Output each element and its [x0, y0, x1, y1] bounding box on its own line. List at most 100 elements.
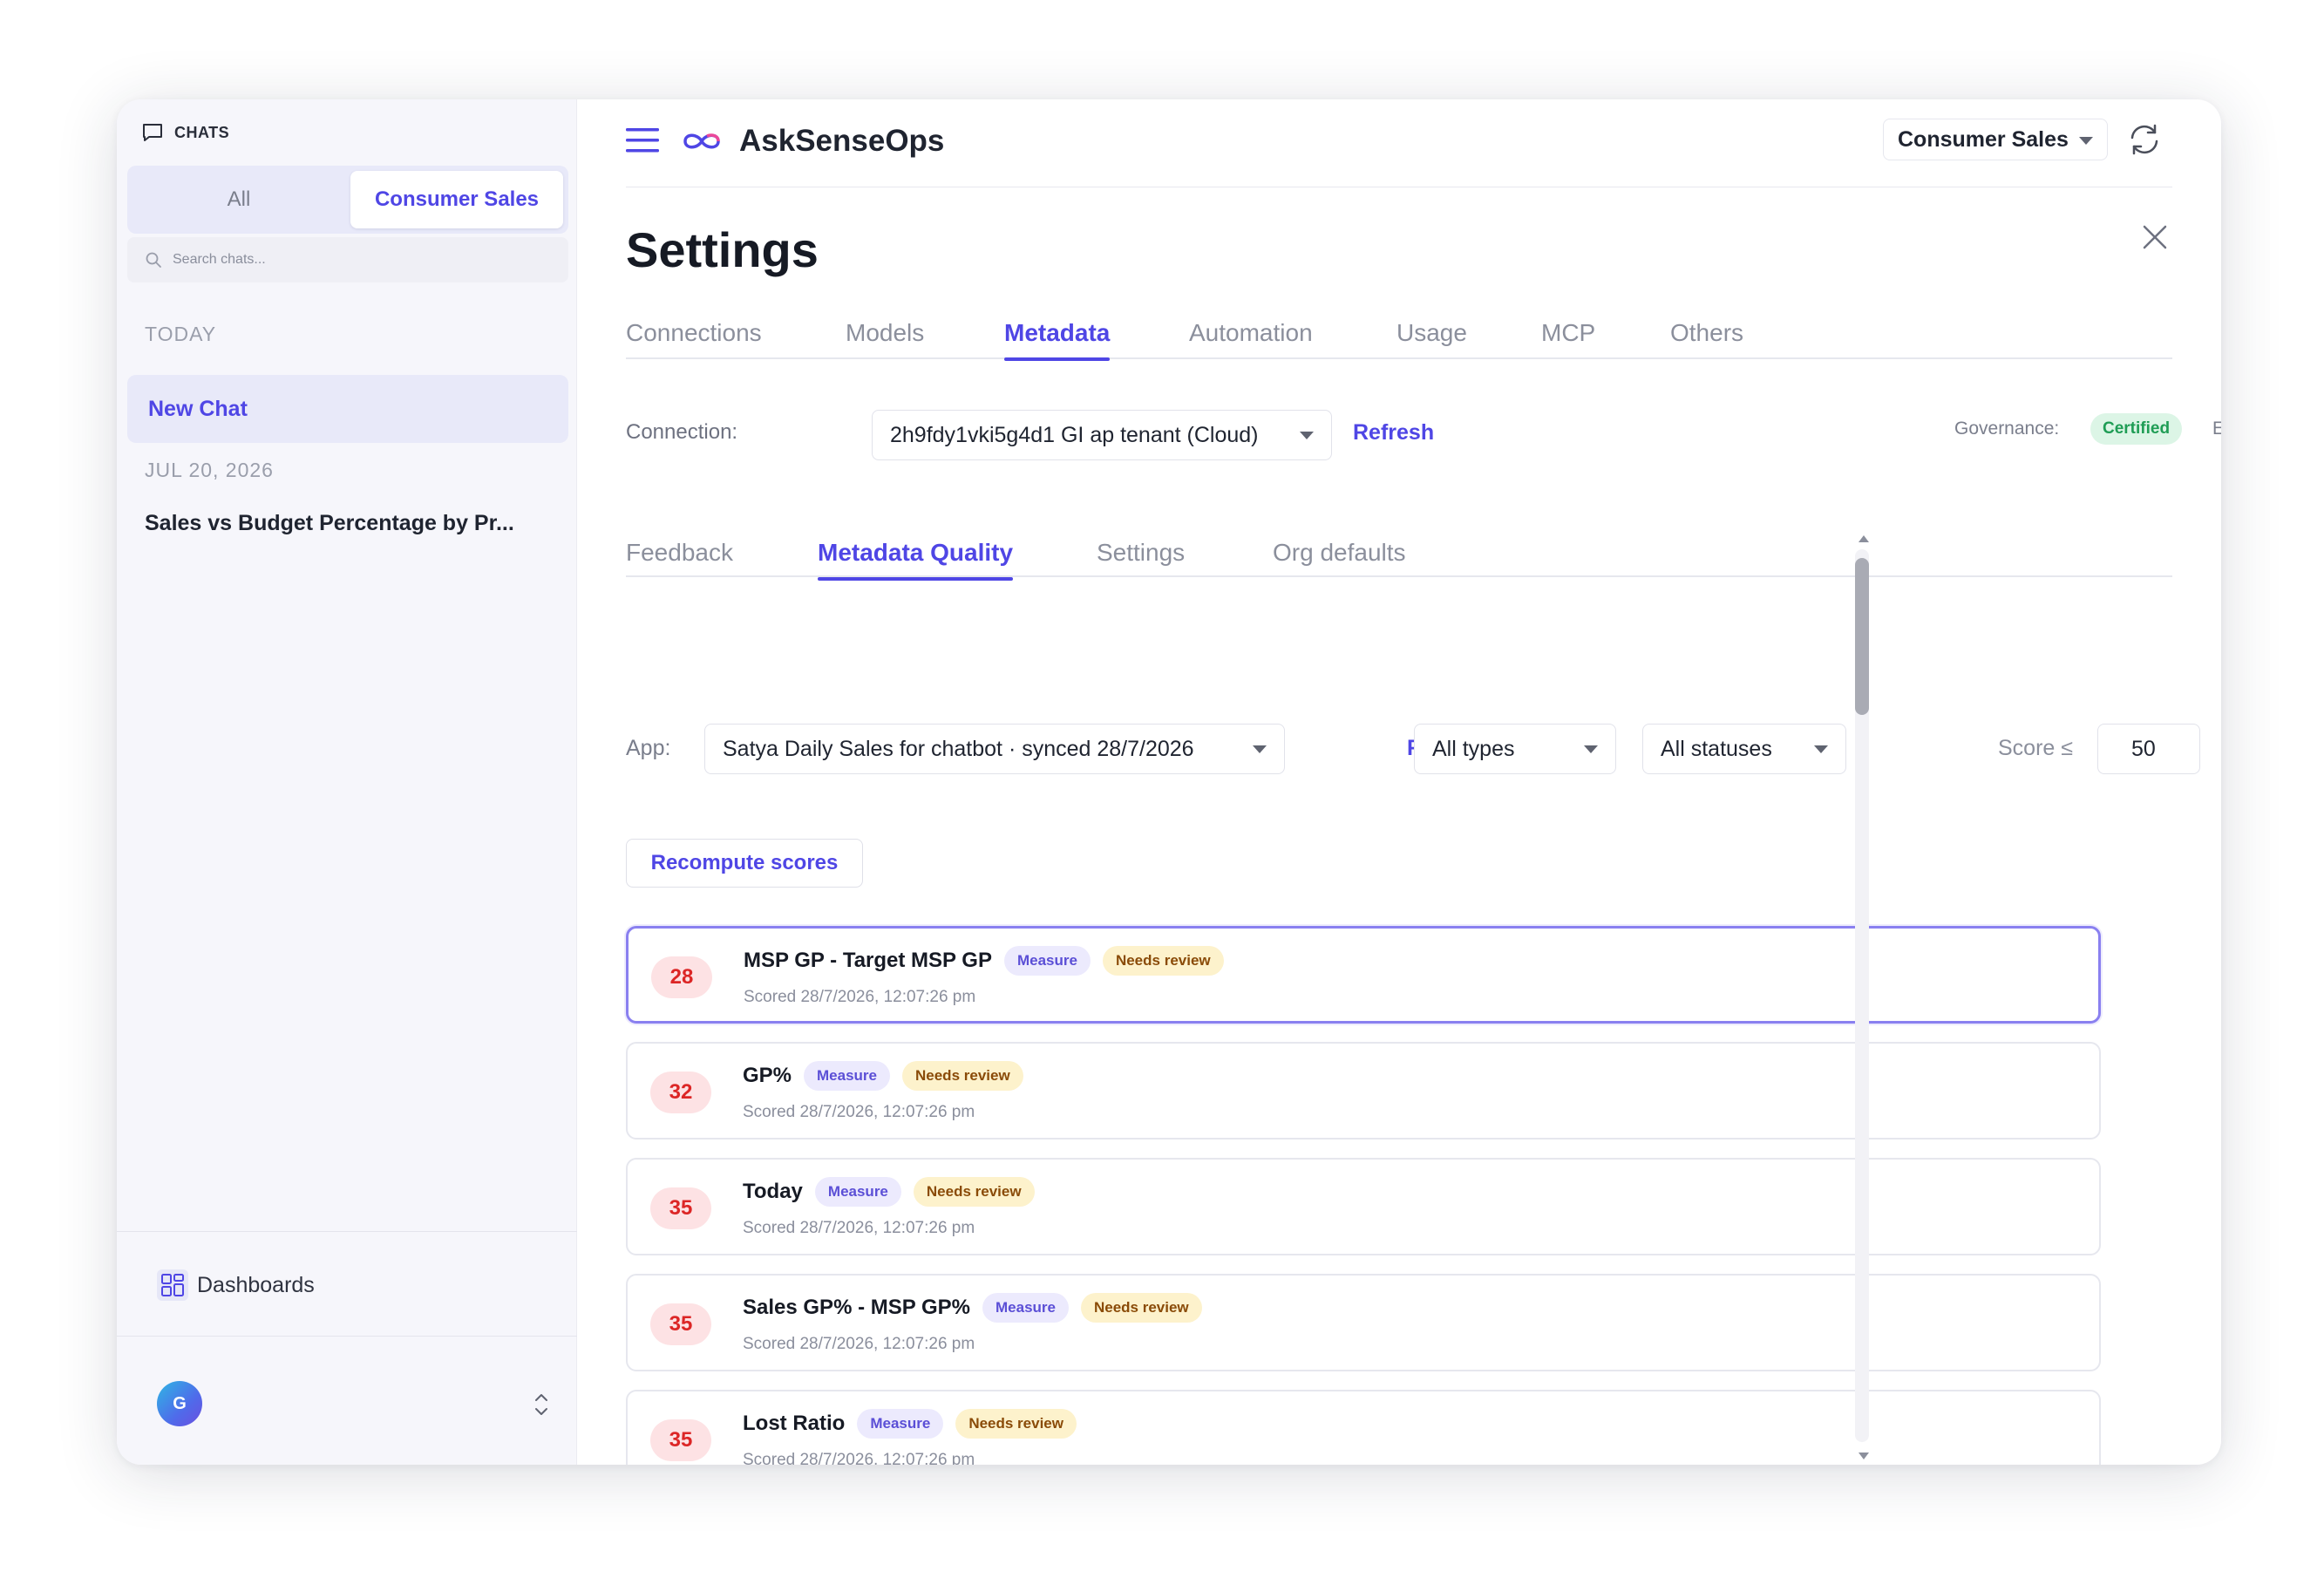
- list-item[interactable]: 32 GP% Measure Needs review Scored 28/7/…: [626, 1042, 2101, 1140]
- governance-certified-badge: Certified: [2090, 413, 2183, 445]
- sidebar: CHATS All Consumer Sales TODAY New Chat …: [117, 99, 577, 1465]
- app-select[interactable]: Satya Daily Sales for chatbot · synced 2…: [704, 724, 1285, 774]
- item-title: MSP GP - Target MSP GP: [744, 949, 992, 972]
- scroll-track[interactable]: [1855, 549, 1869, 1442]
- item-header: Sales GP% - MSP GP% Measure Needs review: [743, 1293, 1202, 1323]
- status-filter-value: All statuses: [1661, 736, 1772, 761]
- scroll-down-arrow-icon[interactable]: [1859, 1453, 1869, 1459]
- list-item[interactable]: 35 Sales GP% - MSP GP% Measure Needs rev…: [626, 1274, 2101, 1371]
- caret-down-icon: [1300, 432, 1314, 439]
- recompute-scores-button[interactable]: Recompute scores: [626, 839, 863, 888]
- chevron-up-down-icon[interactable]: [530, 1390, 553, 1419]
- status-chip: Needs review: [1080, 1293, 1202, 1323]
- type-filter-value: All types: [1432, 736, 1515, 761]
- type-chip: Measure: [814, 1177, 901, 1207]
- scroll-up-arrow-icon[interactable]: [1859, 535, 1869, 542]
- app-label: App:: [626, 736, 671, 760]
- status-chip: Needs review: [1102, 946, 1224, 976]
- search-icon: [146, 252, 161, 268]
- item-title: Lost Ratio: [743, 1412, 846, 1435]
- caret-down-icon: [1584, 745, 1598, 753]
- tab-metadata-quality[interactable]: Metadata Quality: [818, 539, 1014, 581]
- sidebar-divider-bottom: [117, 1336, 577, 1337]
- item-scored-time: Scored 28/7/2026, 12:07:26 pm: [743, 1335, 975, 1353]
- tab-others[interactable]: Others: [1670, 319, 1743, 359]
- score-badge: 28: [651, 956, 712, 998]
- chat-bubble-icon: [143, 124, 162, 141]
- type-filter-select[interactable]: All types: [1414, 724, 1616, 774]
- governance-label: Governance:: [1954, 418, 2060, 439]
- type-chip: Measure: [804, 1061, 890, 1091]
- caret-down-icon: [2079, 137, 2093, 145]
- tab-sub-settings[interactable]: Settings: [1097, 539, 1185, 579]
- connection-refresh-button[interactable]: Refresh: [1353, 420, 1434, 446]
- tab-org-defaults[interactable]: Org defaults: [1273, 539, 1406, 579]
- item-title: Today: [743, 1180, 803, 1203]
- connection-select[interactable]: 2h9fdy1vki5g4d1 GI ap tenant (Cloud): [872, 410, 1332, 460]
- chat-search: [127, 237, 568, 282]
- item-title: Sales GP% - MSP GP%: [743, 1296, 970, 1319]
- tab-automation[interactable]: Automation: [1189, 319, 1313, 359]
- score-badge: 32: [650, 1072, 711, 1113]
- score-threshold-label: Score ≤: [1998, 736, 2073, 760]
- item-scored-time: Scored 28/7/2026, 12:07:26 pm: [743, 1219, 975, 1237]
- item-title: GP%: [743, 1064, 792, 1087]
- chat-item-sales-vs-budget[interactable]: Sales vs Budget Percentage by Pr...: [145, 511, 514, 536]
- page-title: Settings: [626, 222, 819, 277]
- tab-connections[interactable]: Connections: [626, 319, 762, 359]
- dashboards-label: Dashboards: [197, 1272, 315, 1297]
- settings-tabs: Connections Models Metadata Automation U…: [626, 319, 2172, 361]
- infinity-logo-icon: [683, 133, 720, 149]
- metadata-sub-tabs: Feedback Metadata Quality Settings Org d…: [626, 535, 2172, 581]
- segment-all[interactable]: All: [133, 171, 345, 228]
- segment-consumer-sales[interactable]: Consumer Sales: [350, 171, 563, 228]
- chat-item-new-chat[interactable]: New Chat: [127, 375, 568, 443]
- chats-header: CHATS: [141, 122, 229, 143]
- status-filter-select[interactable]: All statuses: [1642, 724, 1846, 774]
- group-label-date: JUL 20, 2026: [145, 459, 274, 481]
- item-header: Today Measure Needs review: [743, 1177, 1035, 1207]
- workspace-select[interactable]: Consumer Sales: [1883, 119, 2108, 160]
- user-avatar[interactable]: G: [157, 1381, 202, 1426]
- status-chip: Needs review: [955, 1409, 1077, 1439]
- dashboard-grid-icon: [157, 1269, 188, 1301]
- status-chip: Needs review: [902, 1061, 1023, 1091]
- tab-metadata[interactable]: Metadata: [1004, 319, 1111, 361]
- main-panel: AskSenseOps Consumer Sales Settings Conn…: [577, 99, 2221, 1465]
- tab-models[interactable]: Models: [846, 319, 924, 359]
- group-label-today: TODAY: [145, 323, 217, 345]
- item-header: MSP GP - Target MSP GP Measure Needs rev…: [744, 946, 1224, 976]
- tab-feedback[interactable]: Feedback: [626, 539, 733, 579]
- score-threshold-input[interactable]: [2097, 724, 2200, 774]
- score-badge: 35: [650, 1419, 711, 1461]
- scroll-thumb[interactable]: [1855, 558, 1869, 715]
- sync-icon[interactable]: [2125, 120, 2164, 159]
- list-item[interactable]: 35 Lost Ratio Measure Needs review Score…: [626, 1390, 2101, 1465]
- chats-label: CHATS: [174, 123, 230, 141]
- item-header: GP% Measure Needs review: [743, 1061, 1023, 1091]
- hamburger-icon[interactable]: [626, 126, 659, 155]
- item-scored-time: Scored 28/7/2026, 12:07:26 pm: [744, 988, 976, 1006]
- sidebar-divider: [117, 1231, 577, 1232]
- type-chip: Measure: [1003, 946, 1091, 976]
- score-badge: 35: [650, 1187, 711, 1229]
- dashboards-link[interactable]: Dashboards: [157, 1269, 315, 1301]
- list-item[interactable]: 35 Today Measure Needs review Scored 28/…: [626, 1158, 2101, 1255]
- app-select-value: Satya Daily Sales for chatbot · synced 2…: [723, 736, 1194, 761]
- tab-usage[interactable]: Usage: [1396, 319, 1467, 359]
- item-scored-time: Scored 28/7/2026, 12:07:26 pm: [743, 1451, 975, 1465]
- app-title: AskSenseOps: [739, 124, 945, 158]
- list-item[interactable]: 28 MSP GP - Target MSP GP Measure Needs …: [626, 926, 2101, 1024]
- governance-status: Enabled: [2212, 418, 2221, 439]
- tab-mcp[interactable]: MCP: [1541, 319, 1595, 359]
- connection-select-value: 2h9fdy1vki5g4d1 GI ap tenant (Cloud): [890, 422, 1259, 447]
- workspace-select-value: Consumer Sales: [1898, 126, 2069, 152]
- item-scored-time: Scored 28/7/2026, 12:07:26 pm: [743, 1103, 975, 1121]
- caret-down-icon: [1253, 745, 1267, 753]
- close-icon[interactable]: [2139, 221, 2171, 253]
- score-badge: 35: [650, 1303, 711, 1345]
- search-input[interactable]: [173, 252, 504, 268]
- content-scrollbar[interactable]: [1852, 535, 1872, 1459]
- chat-filter-segment: All Consumer Sales: [127, 166, 568, 234]
- type-chip: Measure: [982, 1293, 1069, 1323]
